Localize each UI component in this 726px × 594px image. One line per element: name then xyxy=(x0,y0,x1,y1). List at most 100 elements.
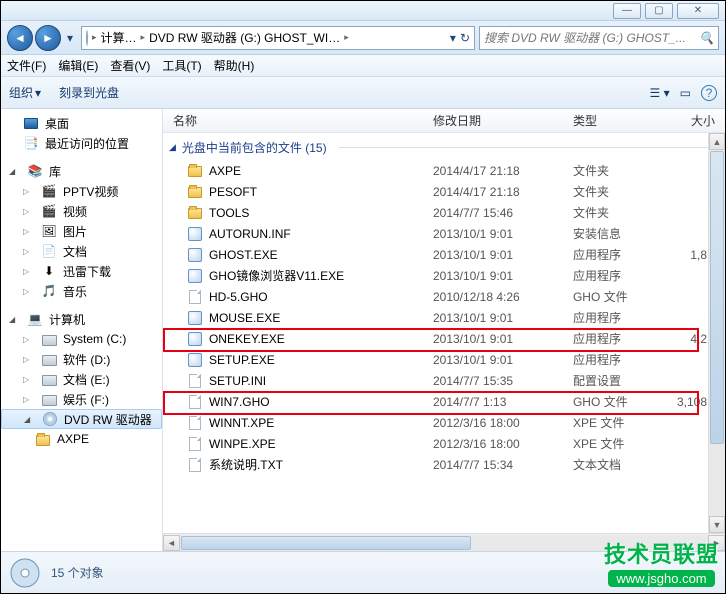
file-row[interactable]: ONEKEY.EXE2013/10/1 9:01应用程序4,2 xyxy=(163,328,725,349)
search-box[interactable]: 🔍 xyxy=(479,26,719,50)
column-header-size[interactable]: 大小 xyxy=(677,112,725,129)
file-type: 文件夹 xyxy=(573,162,677,179)
breadcrumb-computer[interactable]: 计算… xyxy=(101,29,137,46)
scroll-thumb[interactable] xyxy=(710,151,724,444)
burn-button[interactable]: 刻录到光盘 xyxy=(59,84,119,101)
sidebar-item-dvd[interactable]: DVD RW 驱动器 xyxy=(1,409,162,429)
watermark-url: www.jsgho.com xyxy=(608,570,714,587)
sidebar-item-computer[interactable]: 💻 计算机 xyxy=(1,309,162,329)
scroll-thumb[interactable] xyxy=(181,536,471,550)
file-row[interactable]: HD-5.GHO2010/12/18 4:26GHO 文件 xyxy=(163,286,725,307)
menu-edit[interactable]: 编辑(E) xyxy=(58,57,98,74)
scroll-down-button[interactable]: ▼ xyxy=(709,516,725,533)
sidebar-item-recent[interactable]: 📑最近访问的位置 xyxy=(1,133,162,153)
scroll-track[interactable] xyxy=(709,150,725,516)
group-header[interactable]: ◢ 光盘中当前包含的文件 (15) xyxy=(163,133,725,160)
scroll-up-button[interactable]: ▲ xyxy=(709,133,725,150)
sidebar-item-axpe[interactable]: AXPE xyxy=(1,429,162,449)
sidebar-item-drive-e[interactable]: 文档 (E:) xyxy=(1,369,162,389)
sidebar-item-xunlei[interactable]: ⬇迅雷下载 xyxy=(1,261,162,281)
documents-icon: 📄 xyxy=(41,243,57,259)
sidebar-item-videos[interactable]: 🎬视频 xyxy=(1,201,162,221)
dropdown-icon[interactable]: ▾ xyxy=(450,31,456,45)
search-icon[interactable]: 🔍 xyxy=(699,31,714,45)
column-header-name[interactable]: 名称 xyxy=(173,112,433,129)
file-row[interactable]: AUTORUN.INF2013/10/1 9:01安装信息 xyxy=(163,223,725,244)
file-row[interactable]: GHO镜像浏览器V11.EXE2013/10/1 9:01应用程序 xyxy=(163,265,725,286)
file-row[interactable]: 系统说明.TXT2014/7/7 15:34文本文档 xyxy=(163,454,725,475)
file-row[interactable]: TOOLS2014/7/7 15:46文件夹 xyxy=(163,202,725,223)
file-date: 2013/10/1 9:01 xyxy=(433,248,573,262)
file-row[interactable]: WINPE.XPE2012/3/16 18:00XPE 文件 xyxy=(163,433,725,454)
file-type: 配置设置 xyxy=(573,372,677,389)
organize-button[interactable]: 组织 ▾ xyxy=(9,84,41,101)
file-type: 文件夹 xyxy=(573,183,677,200)
file-row[interactable]: SETUP.INI2014/7/7 15:35配置设置 xyxy=(163,370,725,391)
sidebar-item-pictures[interactable]: 🖼图片 xyxy=(1,221,162,241)
file-icon xyxy=(187,289,203,305)
view-mode-button[interactable]: ☰ ▾ xyxy=(650,86,670,100)
sidebar-item-label: 计算机 xyxy=(49,311,85,328)
sidebar-item-drive-d[interactable]: 软件 (D:) xyxy=(1,349,162,369)
file-row[interactable]: AXPE 2014/4/17 21:18文件夹 xyxy=(163,160,725,181)
maximize-button[interactable]: ▢ xyxy=(645,3,673,19)
search-input[interactable] xyxy=(484,31,699,45)
close-button[interactable]: ✕ xyxy=(677,3,719,19)
sidebar-item-desktop[interactable]: 桌面 xyxy=(1,113,162,133)
vertical-scrollbar[interactable]: ▲ ▼ xyxy=(708,133,725,533)
forward-button[interactable]: ► xyxy=(35,25,61,51)
file-type: GHO 文件 xyxy=(573,393,677,410)
file-date: 2014/4/17 21:18 xyxy=(433,164,573,178)
file-row[interactable]: GHOST.EXE2013/10/1 9:01应用程序1,8 xyxy=(163,244,725,265)
file-row[interactable]: MOUSE.EXE2013/10/1 9:01应用程序 xyxy=(163,307,725,328)
address-bar[interactable]: ▸ 计算… ▸ DVD RW 驱动器 (G:) GHOST_WI… ▸ ▾ ↻ xyxy=(81,26,475,50)
preview-pane-button[interactable]: ▭ xyxy=(680,86,691,100)
status-text: 15 个对象 xyxy=(51,564,104,581)
minimize-button[interactable]: — xyxy=(613,3,641,19)
file-row[interactable]: SETUP.EXE2013/10/1 9:01应用程序 xyxy=(163,349,725,370)
sidebar-item-pptv[interactable]: 🎬PPTV视频 xyxy=(1,181,162,201)
exe-icon xyxy=(187,226,203,242)
file-row[interactable]: PESOFT2014/4/17 21:18文件夹 xyxy=(163,181,725,202)
column-header-date[interactable]: 修改日期 xyxy=(433,112,573,129)
breadcrumb-drive[interactable]: DVD RW 驱动器 (G:) GHOST_WI… xyxy=(149,29,340,46)
file-name: SETUP.INI xyxy=(209,374,266,388)
window-titlebar: — ▢ ✕ xyxy=(1,1,725,21)
file-type: 安装信息 xyxy=(573,225,677,242)
help-icon[interactable]: ? xyxy=(701,85,717,101)
refresh-icon[interactable]: ↻ xyxy=(460,31,470,45)
back-button[interactable]: ◄ xyxy=(7,25,33,51)
file-name: HD-5.GHO xyxy=(209,290,268,304)
pictures-icon: 🖼 xyxy=(41,223,57,239)
file-row[interactable]: WINNT.XPE2012/3/16 18:00XPE 文件 xyxy=(163,412,725,433)
sidebar-item-drive-c[interactable]: System (C:) xyxy=(1,329,162,349)
file-icon xyxy=(187,373,203,389)
menu-help[interactable]: 帮助(H) xyxy=(214,57,255,74)
sidebar-item-libraries[interactable]: 📚库 xyxy=(1,161,162,181)
file-date: 2012/3/16 18:00 xyxy=(433,416,573,430)
file-name: AXPE xyxy=(209,164,241,178)
nav-history-dropdown[interactable]: ▾ xyxy=(63,25,77,51)
file-type: 应用程序 xyxy=(573,267,677,284)
scroll-left-button[interactable]: ◄ xyxy=(163,535,180,551)
menu-view[interactable]: 查看(V) xyxy=(110,57,150,74)
exe-icon xyxy=(187,268,203,284)
watermark: 技术员联盟 www.jsgho.com xyxy=(604,537,719,587)
column-header-type[interactable]: 类型 xyxy=(573,112,677,129)
sidebar-item-label: 文档 xyxy=(63,243,87,260)
folder-icon xyxy=(187,163,203,179)
file-date: 2014/7/7 15:34 xyxy=(433,458,573,472)
chevron-right-icon: ▸ xyxy=(344,32,349,43)
sidebar-item-music[interactable]: 🎵音乐 xyxy=(1,281,162,301)
file-date: 2013/10/1 9:01 xyxy=(433,227,573,241)
computer-icon: 💻 xyxy=(27,311,43,327)
file-row[interactable]: WIN7.GHO2014/7/7 1:13GHO 文件3,108 xyxy=(163,391,725,412)
sidebar-item-drive-f[interactable]: 娱乐 (F:) xyxy=(1,389,162,409)
file-name: TOOLS xyxy=(209,206,249,220)
file-date: 2014/4/17 21:18 xyxy=(433,185,573,199)
sidebar-item-documents[interactable]: 📄 文档 xyxy=(1,241,162,261)
menu-tools[interactable]: 工具(T) xyxy=(162,57,201,74)
menu-file[interactable]: 文件(F) xyxy=(7,57,46,74)
sidebar-item-label: 视频 xyxy=(63,203,87,220)
file-icon xyxy=(187,436,203,452)
